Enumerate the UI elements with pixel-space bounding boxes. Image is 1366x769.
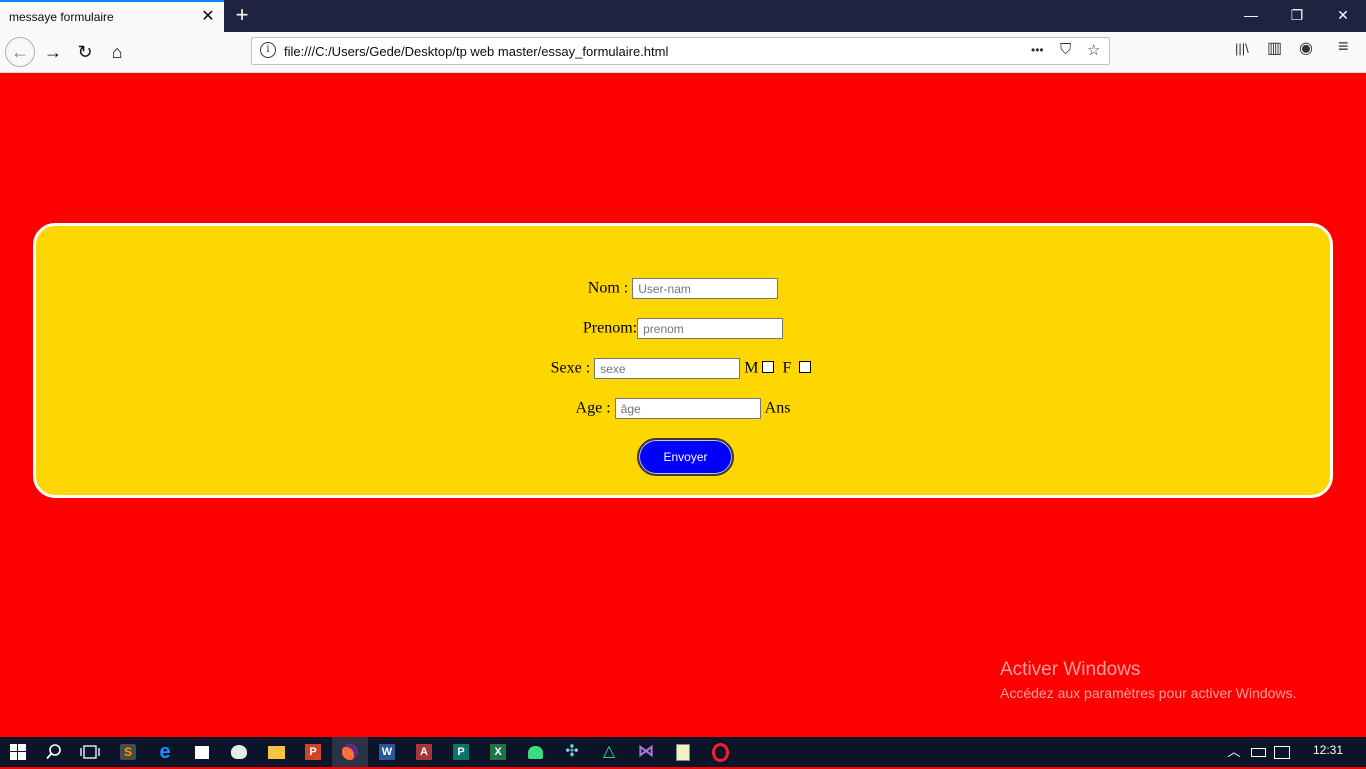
sexe-m-checkbox[interactable] bbox=[762, 360, 775, 373]
envoyer-button[interactable]: Envoyer bbox=[637, 438, 734, 476]
close-icon[interactable]: ✕ bbox=[199, 6, 217, 26]
prenom-label: Prenom: bbox=[582, 319, 638, 337]
minimize-button[interactable]: — bbox=[1228, 0, 1274, 30]
prenom-row: Prenom: bbox=[36, 318, 1330, 339]
android-icon[interactable] bbox=[517, 737, 553, 767]
library-icon[interactable]: |||\ bbox=[1235, 41, 1249, 56]
activation-watermark-title: Activer Windows bbox=[1000, 659, 1141, 680]
form-container: Nom : Prenom: Sexe : M F Age : Ans Envoy… bbox=[33, 223, 1333, 498]
sexe-m-label: M bbox=[744, 359, 759, 377]
firefox-icon[interactable] bbox=[332, 737, 368, 767]
sexe-row: Sexe : M F bbox=[36, 358, 1330, 379]
taskbar: S e P W A P X ✣ △ ⋈ ︿ 12:31 bbox=[0, 737, 1366, 767]
prenom-input[interactable] bbox=[637, 318, 784, 339]
activation-watermark-subtitle: Accédez aux paramètres pour activer Wind… bbox=[1000, 685, 1297, 701]
url-bar[interactable]: i file:///C:/Users/Gede/Desktop/tp web m… bbox=[251, 37, 1110, 65]
sidebar-icon[interactable]: ▥ bbox=[1267, 38, 1282, 58]
menu-icon[interactable]: ≡ bbox=[1338, 36, 1349, 57]
edge-icon[interactable]: e bbox=[147, 737, 183, 767]
new-tab-button[interactable]: + bbox=[231, 2, 253, 28]
bookmark-star-icon[interactable]: ☆ bbox=[1087, 41, 1100, 59]
age-input[interactable] bbox=[614, 398, 761, 419]
sublime-text-icon[interactable]: S bbox=[110, 737, 146, 767]
pocket-icon[interactable]: ⛉ bbox=[1060, 41, 1071, 58]
age-row: Age : Ans bbox=[36, 398, 1330, 419]
reload-button[interactable]: ↻ bbox=[70, 37, 100, 67]
restore-button[interactable]: ❐ bbox=[1274, 0, 1320, 30]
paint-icon[interactable] bbox=[221, 737, 257, 767]
navigation-toolbar: ← → ↻ ⌂ i file:///C:/Users/Gede/Desktop/… bbox=[0, 32, 1366, 73]
nom-label: Nom : bbox=[587, 279, 629, 297]
windows-start-icon[interactable] bbox=[0, 737, 36, 767]
sexe-f-label: F bbox=[782, 359, 792, 377]
visual-studio-icon[interactable]: ⋈ bbox=[628, 737, 664, 767]
android-studio-icon[interactable]: △ bbox=[591, 737, 627, 767]
forward-button[interactable]: → bbox=[38, 37, 68, 67]
window-close-button[interactable]: ✕ bbox=[1320, 0, 1366, 30]
nom-row: Nom : bbox=[36, 278, 1330, 299]
network-icon[interactable]: ✣ bbox=[554, 737, 590, 767]
powerpoint-icon[interactable]: P bbox=[295, 737, 331, 767]
store-icon[interactable] bbox=[184, 737, 220, 767]
file-explorer-icon[interactable] bbox=[258, 737, 294, 767]
excel-icon[interactable]: X bbox=[480, 737, 516, 767]
home-button[interactable]: ⌂ bbox=[102, 37, 132, 67]
url-text[interactable]: file:///C:/Users/Gede/Desktop/tp web mas… bbox=[284, 44, 668, 59]
sexe-f-checkbox[interactable] bbox=[799, 360, 812, 373]
back-button[interactable]: ← bbox=[5, 37, 35, 67]
page-actions-icon[interactable]: ••• bbox=[1031, 43, 1044, 57]
opera-icon[interactable] bbox=[702, 737, 738, 767]
word-icon[interactable]: W bbox=[369, 737, 405, 767]
tab-title: messaye formulaire bbox=[9, 10, 114, 24]
nom-input[interactable] bbox=[632, 278, 779, 299]
site-info-icon[interactable]: i bbox=[260, 42, 276, 58]
task-view-icon[interactable] bbox=[72, 737, 108, 767]
browser-tab[interactable]: messaye formulaire ✕ bbox=[0, 0, 224, 32]
age-label: Age : bbox=[575, 399, 611, 417]
sexe-label: Sexe : bbox=[550, 359, 591, 377]
taskbar-clock[interactable]: 12:31 bbox=[1304, 743, 1352, 757]
tab-bar: messaye formulaire ✕ + — ❐ ✕ bbox=[0, 0, 1366, 32]
access-icon[interactable]: A bbox=[406, 737, 442, 767]
notepad-icon[interactable] bbox=[665, 737, 701, 767]
publisher-icon[interactable]: P bbox=[443, 737, 479, 767]
search-icon[interactable] bbox=[36, 737, 72, 767]
account-icon[interactable]: ◉ bbox=[1299, 38, 1313, 58]
age-unit-label: Ans bbox=[764, 399, 791, 417]
notification-icon[interactable] bbox=[1264, 737, 1300, 767]
sexe-input[interactable] bbox=[594, 358, 741, 379]
